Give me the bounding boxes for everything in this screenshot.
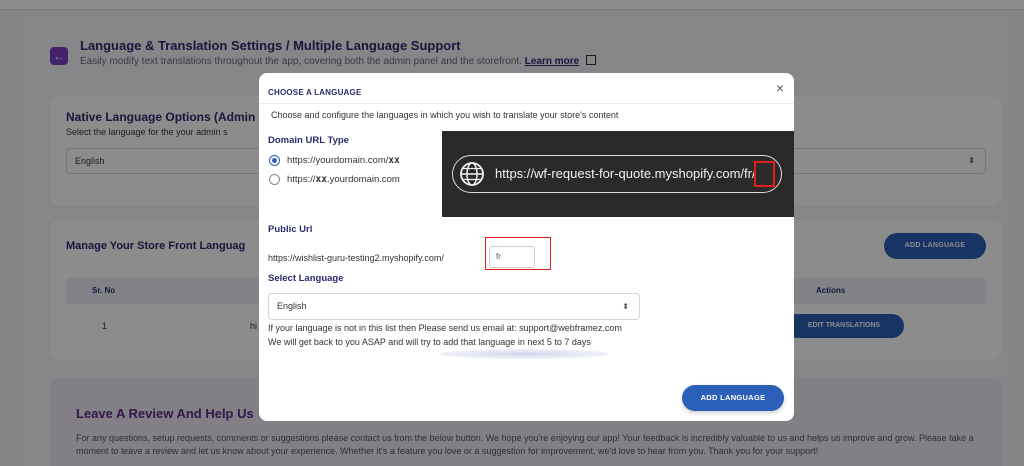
- radio-subdomain[interactable]: [269, 174, 280, 185]
- option-path-prefix: https://yourdomain.com/: [287, 155, 389, 166]
- option-sub-suffix: .yourdomain.com: [326, 174, 400, 185]
- language-select-value: English: [277, 301, 307, 311]
- url-example-text: https://wf-request-for-quote.myshopify.c…: [495, 166, 756, 181]
- choose-language-modal: CHOOSE A LANGUAGE × Choose and configure…: [259, 73, 794, 421]
- follow-up-note: We will get back to you ASAP and will tr…: [268, 337, 591, 347]
- modal-description: Choose and configure the languages in wh…: [271, 110, 619, 120]
- url-example-banner: https://wf-request-for-quote.myshopify.c…: [442, 131, 794, 217]
- public-url-title: Public Url: [268, 224, 313, 235]
- select-arrows-icon: ⬍: [622, 302, 629, 311]
- modal-heading: CHOOSE A LANGUAGE: [268, 88, 362, 97]
- globe-icon: [460, 162, 484, 186]
- add-language-button[interactable]: ADD LANGUAGE: [682, 385, 784, 411]
- domain-option-path[interactable]: https://yourdomain.com/xx: [269, 155, 400, 166]
- option-path-code: xx: [388, 155, 400, 166]
- url-example-pill: https://wf-request-for-quote.myshopify.c…: [452, 155, 782, 193]
- unsupported-language-note: If your language is not in this list the…: [268, 323, 622, 333]
- option-sub-prefix: https://: [287, 174, 316, 185]
- modal-divider: [259, 103, 794, 104]
- domain-url-type-title: Domain URL Type: [268, 135, 349, 146]
- select-language-title: Select Language: [268, 273, 344, 284]
- decorative-shadow: [439, 349, 609, 359]
- language-select[interactable]: English ⬍: [268, 293, 640, 320]
- url-code-highlight: [754, 161, 775, 187]
- close-icon[interactable]: ×: [776, 81, 784, 95]
- public-url-code-input[interactable]: fr: [489, 246, 535, 268]
- public-url-base: https://wishlist-guru-testing2.myshopify…: [268, 253, 444, 263]
- domain-option-subdomain[interactable]: https://xx .yourdomain.com: [269, 174, 400, 185]
- radio-path[interactable]: [269, 155, 280, 166]
- option-sub-code: xx: [315, 174, 327, 185]
